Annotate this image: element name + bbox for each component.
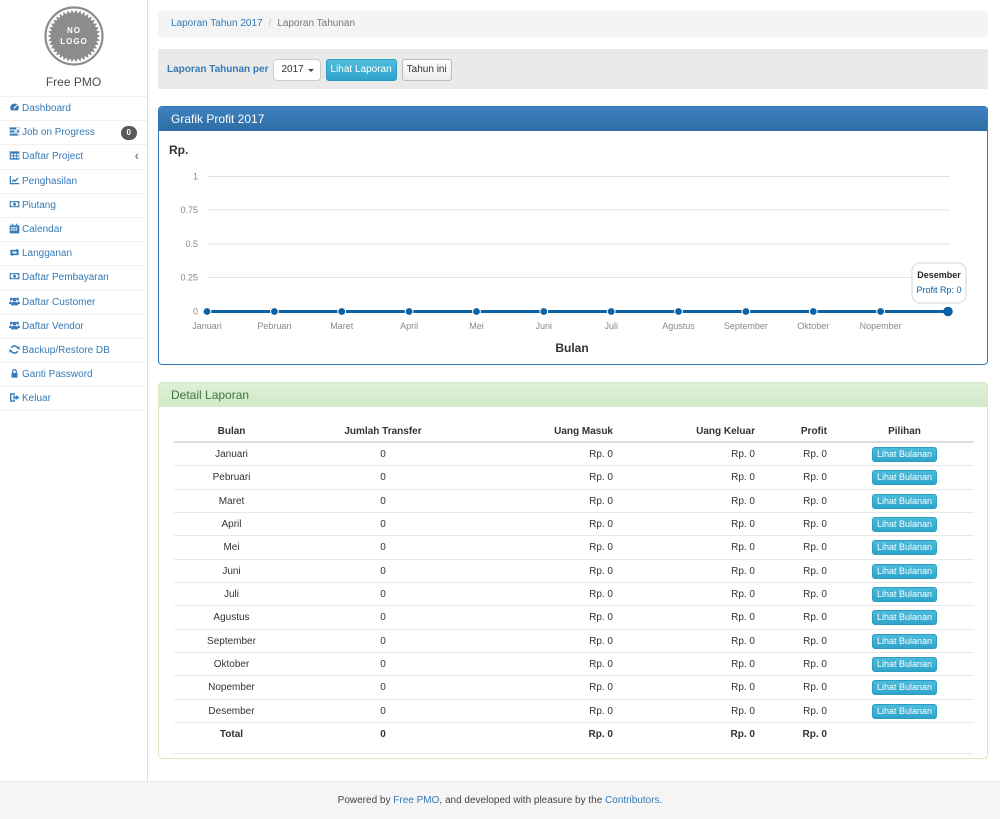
svg-text:Bulan: Bulan	[555, 341, 588, 355]
svg-text:Rp.: Rp.	[169, 143, 188, 157]
svg-text:Maret: Maret	[330, 321, 354, 331]
svg-text:Oktober: Oktober	[797, 321, 829, 331]
svg-text:Januari: Januari	[192, 321, 222, 331]
svg-text:0.75: 0.75	[180, 205, 198, 215]
svg-text:0.5: 0.5	[185, 239, 198, 249]
svg-text:0.25: 0.25	[180, 273, 198, 283]
svg-text:LOGO: LOGO	[60, 37, 88, 46]
svg-text:NO: NO	[67, 26, 81, 35]
svg-text:Nopember: Nopember	[860, 321, 902, 331]
svg-text:Desember: Desember	[917, 270, 961, 280]
svg-text:Juli: Juli	[604, 321, 618, 331]
svg-text:Profit Rp: 0: Profit Rp: 0	[916, 285, 961, 295]
svg-text:Mei: Mei	[469, 321, 484, 331]
svg-text:September: September	[724, 321, 768, 331]
svg-text:Pebruari: Pebruari	[257, 321, 291, 331]
svg-text:Juni: Juni	[536, 321, 553, 331]
svg-text:0: 0	[193, 307, 198, 317]
svg-text:1: 1	[193, 172, 198, 182]
svg-text:Agustus: Agustus	[662, 321, 695, 331]
svg-text:April: April	[400, 321, 418, 331]
